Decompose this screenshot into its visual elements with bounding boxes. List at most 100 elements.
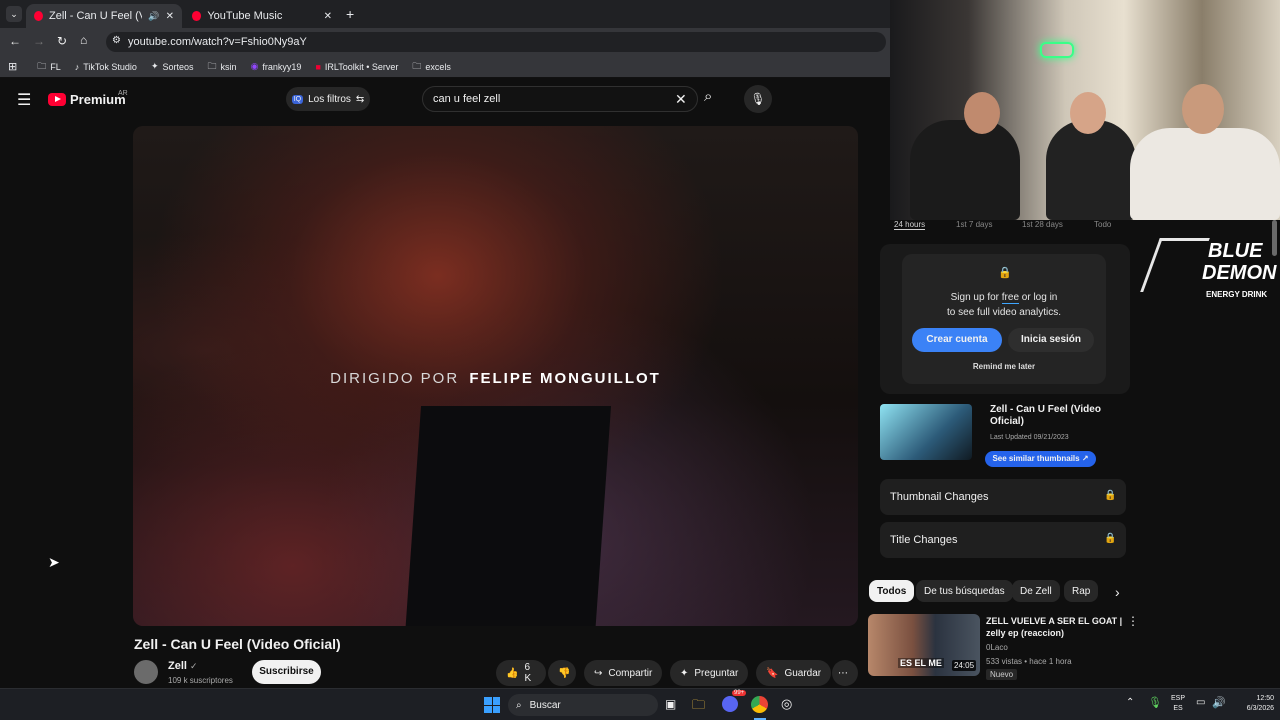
bookmark-item[interactable]: ✦ Sorteos bbox=[151, 61, 194, 72]
title-changes-label: Title Changes bbox=[890, 534, 958, 546]
sponsor-line2: DEMON bbox=[1202, 262, 1277, 284]
thumbnail-changes-row[interactable]: Thumbnail Changes 🔒 bbox=[880, 479, 1126, 515]
share-button[interactable]: ↪ Compartir bbox=[584, 660, 663, 686]
tab-youtube-music[interactable]: YouTube Music ✕ bbox=[184, 4, 340, 28]
chip-from-zell[interactable]: De Zell bbox=[1012, 580, 1060, 602]
youtube-favicon-icon bbox=[34, 11, 43, 21]
discord-icon[interactable] bbox=[722, 696, 738, 712]
verified-icon: ✓ bbox=[190, 661, 198, 671]
filters-button[interactable]: IQ Los filtros ⇆ bbox=[286, 87, 370, 111]
remind-later-link[interactable]: Remind me later bbox=[902, 362, 1106, 371]
tab-list-button[interactable]: ⌄ bbox=[6, 6, 22, 22]
apps-icon[interactable]: ⊞ bbox=[8, 60, 17, 73]
login-button[interactable]: Inicia sesión bbox=[1008, 328, 1094, 352]
scrollbar[interactable] bbox=[1272, 220, 1277, 256]
network-icon[interactable]: ▭ bbox=[1196, 697, 1205, 708]
channel-name-text: Zell bbox=[168, 660, 187, 672]
chip-from-searches[interactable]: De tus búsquedas bbox=[916, 580, 1013, 602]
bookmark-item[interactable]: ■ IRLToolkit • Server bbox=[315, 62, 398, 72]
bookmark-label: FL bbox=[50, 61, 61, 72]
channel-name[interactable]: Zell ✓ bbox=[168, 660, 198, 672]
bookmark-folder[interactable]: 🗀 FL bbox=[37, 59, 61, 75]
subscriber-count: 109 k suscriptores bbox=[168, 676, 233, 685]
bookmark-label: Sorteos bbox=[162, 61, 194, 72]
search-value: can u feel zell bbox=[433, 93, 501, 105]
tab-title: YouTube Music bbox=[207, 10, 283, 22]
back-icon[interactable]: ← bbox=[9, 34, 21, 48]
close-tab-icon[interactable]: ✕ bbox=[166, 11, 174, 22]
bookmark-item[interactable]: ♪ TikTok Studio bbox=[75, 62, 137, 72]
dislike-button[interactable]: 👎 bbox=[548, 660, 576, 686]
volume-icon[interactable]: 🔊 bbox=[1212, 696, 1226, 709]
tiktok-icon: ♪ bbox=[74, 61, 80, 72]
clear-search-icon[interactable]: ✕ bbox=[675, 91, 687, 108]
start-icon[interactable] bbox=[484, 697, 500, 713]
youtube-music-favicon-icon bbox=[192, 11, 202, 21]
taskbar-search[interactable]: ⌕ Buscar bbox=[508, 694, 658, 716]
bookmark-folder[interactable]: 🗀 excels bbox=[412, 59, 451, 75]
duration-badge: 24:05 bbox=[952, 660, 977, 671]
new-tab-icon[interactable]: + bbox=[346, 6, 354, 22]
recommended-thumbnail[interactable]: ES EL ME 24:05 bbox=[868, 614, 980, 676]
more-options-icon[interactable]: ⋮ bbox=[1127, 614, 1139, 628]
show-hidden-icons[interactable]: ⌃ bbox=[1126, 697, 1134, 708]
bookmark-label: IRLToolkit • Server bbox=[324, 61, 399, 72]
tab-youtube-video[interactable]: Zell - Can U Feel (Video Ofic 🔊 ✕ bbox=[26, 4, 182, 28]
forward-icon[interactable]: → bbox=[33, 34, 45, 48]
channel-avatar[interactable] bbox=[134, 660, 158, 684]
sponsor-logo: BLUE DEMON ENERGY DRINK bbox=[1140, 236, 1276, 302]
search-icon[interactable]: ⌕ bbox=[704, 88, 712, 105]
thumbnail-text: ES EL ME bbox=[898, 658, 944, 668]
microphone-tray-icon[interactable]: 🎙 bbox=[1148, 696, 1162, 709]
recommended-channel[interactable]: 0Laco bbox=[986, 643, 1008, 652]
menu-icon[interactable]: ☰ bbox=[17, 90, 31, 110]
recommended-title[interactable]: ZELL VUELVE A SER EL GOAT | zelly ep (re… bbox=[986, 615, 1124, 639]
bookmark-item[interactable]: ◉ frankyy19 bbox=[251, 61, 302, 72]
video-caption: DIRIGIDO POR FELIPE MONGUILLOT bbox=[133, 370, 858, 387]
filters-label: Los filtros bbox=[308, 93, 351, 105]
similar-thumbnails-button[interactable]: See similar thumbnails ↗ bbox=[985, 451, 1096, 467]
site-info-icon[interactable]: ⚙ bbox=[112, 35, 121, 46]
youtube-logo[interactable]: Premium bbox=[48, 92, 126, 107]
ask-button[interactable]: ✦ Preguntar bbox=[670, 660, 749, 686]
like-button[interactable]: 👍 6 K bbox=[496, 660, 546, 686]
folder-icon: 🗀 bbox=[37, 60, 47, 71]
bookmark-icon: 🔖 bbox=[766, 667, 779, 679]
youtube-header: ☰ Premium AR IQ Los filtros ⇆ can u feel… bbox=[0, 78, 890, 122]
range-all[interactable]: Todo bbox=[1094, 220, 1111, 229]
home-icon[interactable]: ⌂ bbox=[80, 33, 87, 47]
reload-icon[interactable]: ↻ bbox=[57, 34, 67, 48]
microphone-icon: 🎙 bbox=[750, 92, 766, 106]
speaker-icon[interactable]: 🔊 bbox=[148, 11, 159, 22]
search-input[interactable]: can u feel zell ✕ bbox=[422, 86, 698, 112]
sponsor-line3: ENERGY DRINK bbox=[1206, 290, 1268, 299]
obs-icon[interactable]: ◎ bbox=[781, 696, 792, 712]
create-account-button[interactable]: Crear cuenta bbox=[912, 328, 1002, 352]
clock[interactable]: 12:50 6/3/2026 bbox=[1232, 694, 1274, 714]
title-changes-row[interactable]: Title Changes 🔒 bbox=[880, 522, 1126, 558]
caption-name: FELIPE MONGUILLOT bbox=[469, 370, 661, 387]
language-indicator[interactable]: ESP ES bbox=[1171, 694, 1185, 714]
range-28d[interactable]: 1st 28 days bbox=[1022, 220, 1063, 229]
video-player[interactable]: DIRIGIDO POR FELIPE MONGUILLOT bbox=[133, 126, 858, 626]
address-bar[interactable]: ⚙ youtube.com/watch?v=Fshio0Ny9aY bbox=[106, 32, 886, 52]
close-tab-icon[interactable]: ✕ bbox=[324, 11, 332, 22]
chevron-right-icon[interactable]: › bbox=[1115, 584, 1120, 600]
thumbnail-changes-label: Thumbnail Changes bbox=[890, 491, 989, 503]
chip-all[interactable]: Todos bbox=[869, 580, 915, 602]
task-view-icon[interactable]: ▣ bbox=[665, 697, 676, 711]
bookmark-folder[interactable]: 🗀 ksin bbox=[208, 59, 237, 75]
chip-rap[interactable]: Rap bbox=[1064, 580, 1099, 602]
file-explorer-icon[interactable]: 🗀 bbox=[692, 696, 705, 718]
subscribe-button[interactable]: Suscribirse bbox=[252, 660, 321, 684]
voice-search-button[interactable]: 🎙 bbox=[744, 85, 772, 113]
chrome-icon[interactable] bbox=[751, 696, 768, 713]
more-actions-button[interactable]: ⋯ bbox=[832, 660, 858, 686]
range-7d[interactable]: 1st 7 days bbox=[956, 220, 992, 229]
range-24h[interactable]: 24 hours bbox=[894, 220, 926, 230]
person-right-head bbox=[1182, 84, 1224, 134]
thumbnail-preview[interactable] bbox=[880, 404, 972, 460]
save-button[interactable]: 🔖 Guardar bbox=[756, 660, 832, 686]
sliders-icon: ⇆ bbox=[355, 93, 365, 105]
taskbar-search-label: Buscar bbox=[529, 699, 561, 711]
